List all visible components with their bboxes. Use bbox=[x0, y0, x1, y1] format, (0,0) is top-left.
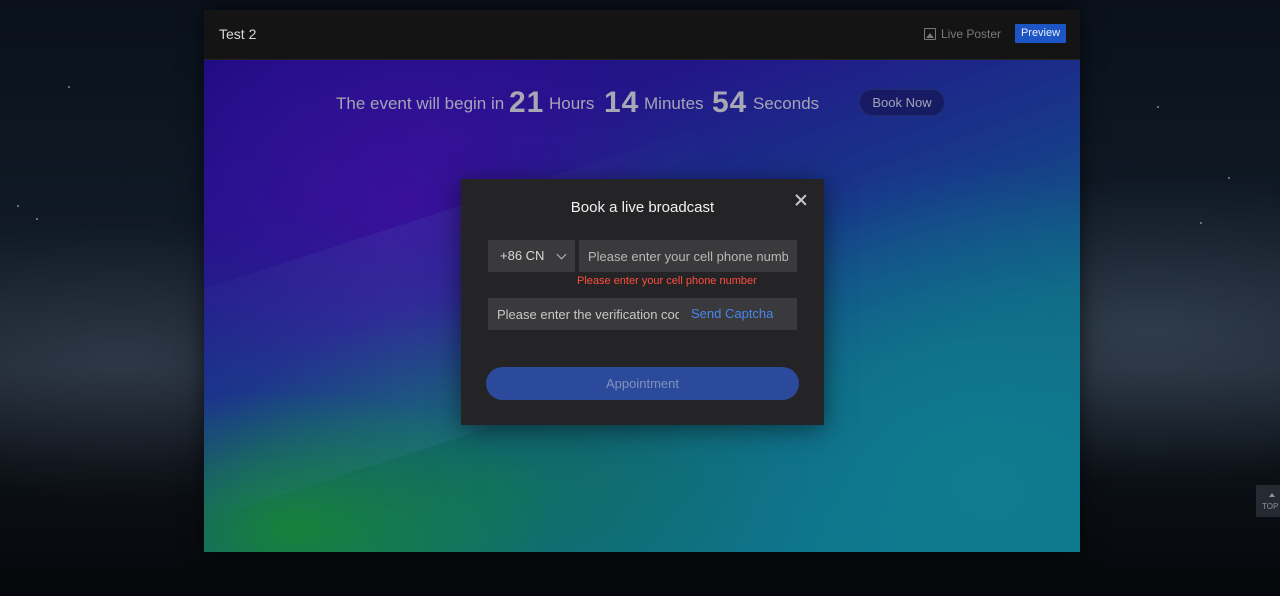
verification-code-row: Send Captcha bbox=[488, 298, 797, 330]
phone-error-message: Please enter your cell phone number bbox=[577, 275, 757, 287]
send-captcha-link[interactable]: Send Captcha bbox=[691, 306, 773, 321]
star bbox=[17, 205, 19, 207]
star bbox=[36, 218, 38, 220]
live-poster-link[interactable]: Live Poster bbox=[924, 27, 1001, 41]
event-title: Test 2 bbox=[219, 26, 257, 42]
live-poster-label: Live Poster bbox=[941, 27, 1002, 41]
arrow-up-icon bbox=[1269, 493, 1275, 497]
phone-input[interactable] bbox=[579, 240, 797, 272]
star bbox=[1200, 222, 1202, 224]
booking-modal: Book a live broadcast +86 CN Please ente… bbox=[461, 179, 824, 425]
chevron-down-icon bbox=[556, 249, 567, 260]
star bbox=[68, 86, 70, 88]
star bbox=[1228, 177, 1230, 179]
star bbox=[1157, 106, 1159, 108]
appointment-button[interactable]: Appointment bbox=[486, 367, 799, 400]
modal-title: Book a live broadcast bbox=[570, 199, 715, 216]
close-icon[interactable] bbox=[793, 192, 809, 208]
country-code-value: +86 CN bbox=[500, 248, 545, 263]
preview-button[interactable]: Preview bbox=[1015, 24, 1066, 43]
image-icon bbox=[924, 28, 936, 40]
country-code-select[interactable]: +86 CN bbox=[488, 240, 575, 272]
verification-code-input[interactable] bbox=[488, 298, 688, 330]
event-header: Test 2 Live Poster Preview bbox=[204, 10, 1080, 60]
scroll-top-label: TOP bbox=[1262, 502, 1279, 511]
scroll-to-top-button[interactable]: TOP bbox=[1256, 485, 1280, 517]
